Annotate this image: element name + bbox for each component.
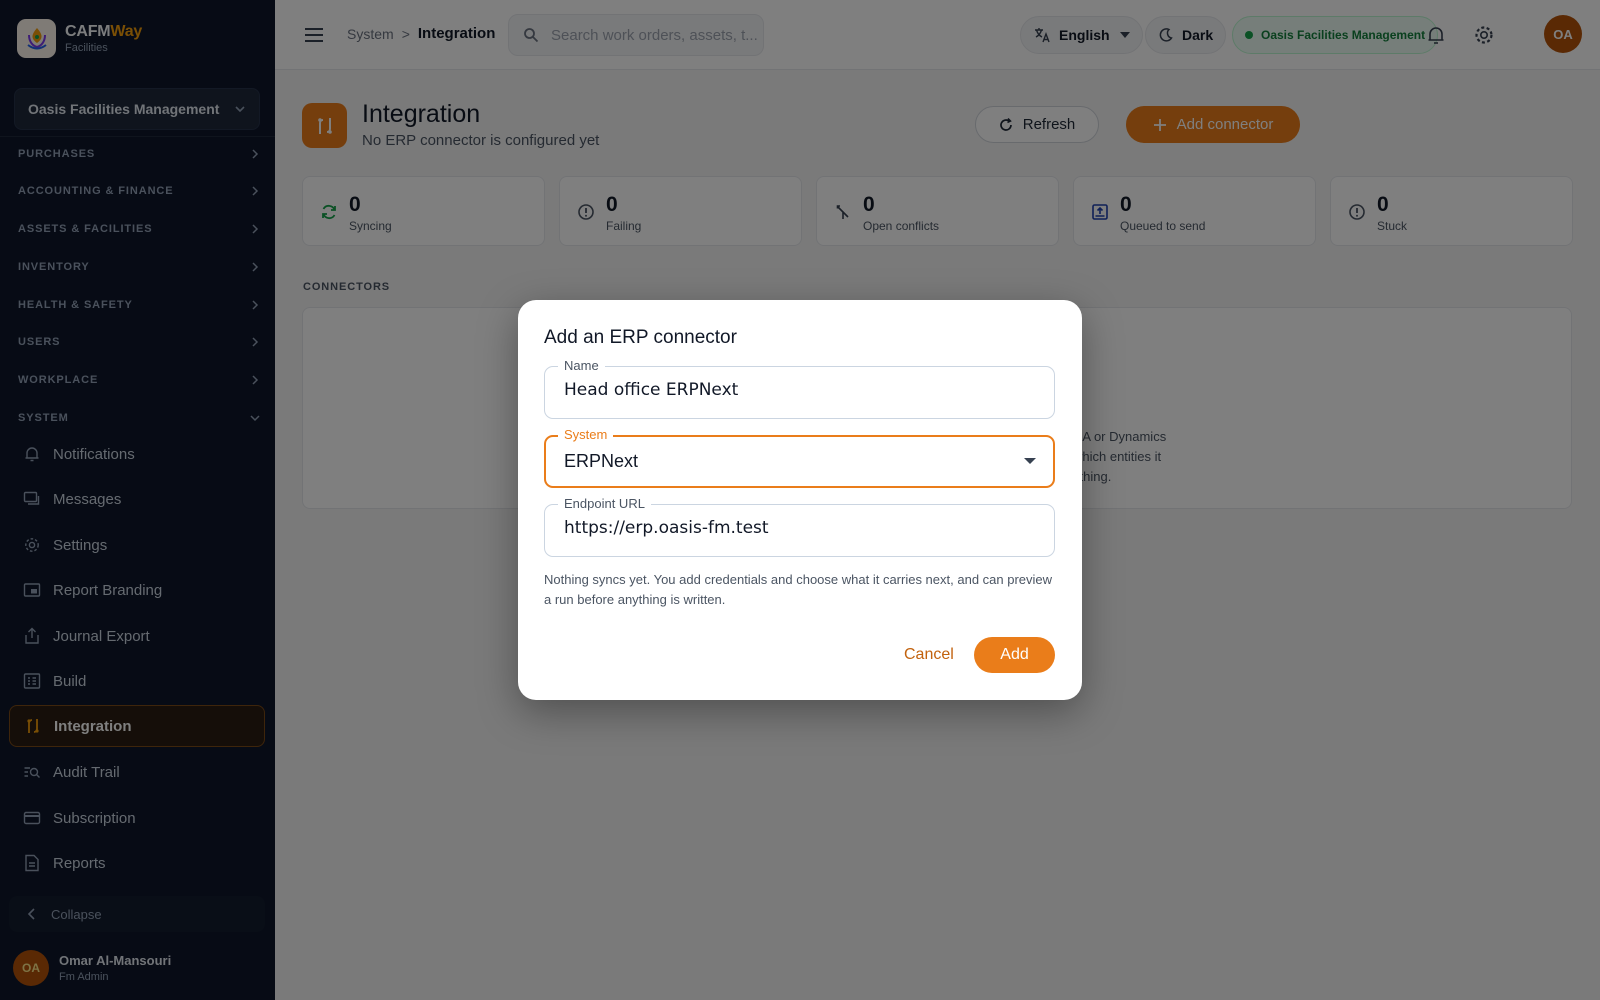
system-field-label: System bbox=[558, 428, 614, 442]
add-button[interactable]: Add bbox=[974, 637, 1055, 673]
add-connector-dialog: Add an ERP connector Name System ERPNext… bbox=[518, 300, 1082, 700]
endpoint-url-input[interactable] bbox=[564, 518, 1034, 538]
endpoint-field-label: Endpoint URL bbox=[558, 497, 651, 511]
dialog-title: Add an ERP connector bbox=[544, 327, 737, 348]
name-field-label: Name bbox=[558, 359, 605, 373]
system-selected-value: ERPNext bbox=[564, 451, 639, 471]
name-field[interactable]: Name bbox=[544, 359, 1055, 419]
dialog-hint: Nothing syncs yet. You add credentials a… bbox=[544, 572, 1053, 607]
name-input[interactable] bbox=[564, 380, 1034, 400]
caret-down-icon bbox=[1024, 458, 1036, 464]
cancel-button[interactable]: Cancel bbox=[894, 637, 964, 673]
endpoint-field[interactable]: Endpoint URL bbox=[544, 497, 1055, 557]
system-select[interactable]: System ERPNext bbox=[544, 428, 1055, 488]
